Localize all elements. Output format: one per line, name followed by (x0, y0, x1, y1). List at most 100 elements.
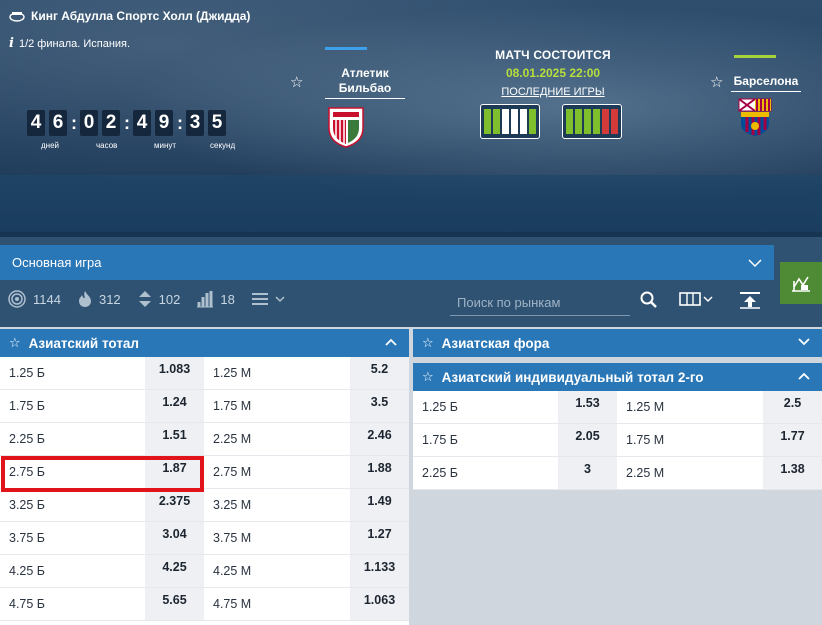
outcome-under-odd[interactable]: 1.38 (763, 457, 822, 489)
timer-digit: 3 (186, 110, 204, 136)
chevron-down-icon (275, 296, 285, 303)
outcome-over-odd[interactable]: 1.083 (145, 357, 204, 389)
outcome-under-label: 1.75 М (626, 433, 665, 447)
outcome-under-odd[interactable]: 2.5 (763, 391, 822, 423)
venue-name: Кинг Абдулла Спортс Холл (Джидда) (31, 9, 251, 23)
chevron-down-icon[interactable] (798, 335, 810, 349)
market-row: 1.75 Б 2.05 1.75 М 1.77 (413, 424, 822, 457)
outcome-under-odd[interactable]: 2.46 (350, 423, 409, 455)
outcome-under-label: 3.25 М (213, 498, 252, 512)
star-icon[interactable]: ☆ (422, 369, 434, 385)
team2-name[interactable]: Барселона (731, 74, 801, 92)
outcome-over-label: 1.25 Б (9, 366, 46, 380)
outcome-over-odd[interactable]: 4.25 (145, 555, 204, 587)
star-icon[interactable]: ☆ (9, 335, 21, 351)
chevron-up-icon[interactable] (798, 369, 810, 383)
outcome-over-label: 2.25 Б (422, 466, 459, 480)
individual-total-header[interactable]: ☆ Азиатский индивидуальный тотал 2-го (413, 363, 822, 391)
venue-info: Кинг Абдулла Спортс Холл (Джидда) (9, 9, 250, 23)
favorite-team1-star-icon[interactable]: ☆ (290, 73, 303, 91)
favorite-team2-star-icon[interactable]: ☆ (710, 73, 723, 91)
asian-handicap-header[interactable]: ☆ Азиатская фора (413, 329, 822, 357)
outcome-over-odd[interactable]: 1.87 (145, 456, 204, 488)
outcome-under-odd[interactable]: 1.49 (350, 489, 409, 521)
market-row: 1.75 Б 1.24 1.75 М 3.5 (0, 390, 409, 423)
market-row: 4.75 Б 5.65 4.75 М 1.063 (0, 588, 409, 621)
outcome-over-odd[interactable]: 1.51 (145, 423, 204, 455)
outcome-under-label: 1.25 М (626, 400, 665, 414)
market-row: 3.75 Б 3.04 3.75 М 1.27 (0, 522, 409, 555)
team1-block: Атлетик Бильбао (325, 47, 405, 99)
chevron-down-icon (748, 255, 762, 271)
form-bar-win (566, 109, 573, 134)
timer-label-seconds: секунд (210, 141, 236, 150)
game-type-select[interactable]: Основная игра (0, 245, 774, 280)
team1-name[interactable]: Атлетик Бильбао (325, 66, 405, 99)
outcome-over-odd[interactable]: 1.53 (558, 391, 617, 423)
outcome-under-label: 1.25 М (213, 366, 252, 380)
filter-all-count: 1144 (33, 291, 61, 307)
form-bar-win (493, 109, 500, 134)
outcome-under-odd[interactable]: 1.27 (350, 522, 409, 554)
outcome-under-odd[interactable]: 5.2 (350, 357, 409, 389)
market-row: 2.25 Б 3 2.25 М 1.38 (413, 457, 822, 490)
outcome-over-odd[interactable]: 5.65 (145, 588, 204, 620)
team2-form-widget[interactable] (562, 104, 622, 139)
form-bar-win (593, 109, 600, 134)
last-games-link[interactable]: ПОСЛЕДНИЕ ИГРЫ (470, 86, 636, 98)
team2-block: Барселона (731, 74, 801, 92)
search-icon[interactable] (640, 291, 658, 314)
add-to-coupon-button[interactable] (780, 262, 822, 304)
filter-menu[interactable] (251, 292, 285, 306)
outcome-under-odd[interactable]: 1.133 (350, 555, 409, 587)
market-row: 2.25 Б 1.51 2.25 М 2.46 (0, 423, 409, 456)
layout-columns-toggle[interactable] (679, 291, 713, 307)
right-markets: ☆ Азиатская фора ☆ Азиатский индивидуаль… (413, 329, 822, 490)
search-placeholder: Поиск по рынкам (457, 295, 561, 310)
flame-icon (78, 291, 91, 307)
timer-digit: 4 (27, 110, 45, 136)
athletic-bilbao-crest-icon (328, 107, 364, 148)
outcome-under-label: 4.75 М (213, 597, 252, 611)
outcome-over-label: 1.75 Б (9, 399, 46, 413)
timer-digit: 4 (133, 110, 151, 136)
outcome-over-odd[interactable]: 1.24 (145, 390, 204, 422)
timer-colon: : (124, 112, 130, 133)
star-icon[interactable]: ☆ (422, 335, 434, 351)
outcome-over-odd[interactable]: 2.375 (145, 489, 204, 521)
market-row: 1.25 Б 1.53 1.25 М 2.5 (413, 391, 822, 424)
chevron-up-icon[interactable] (385, 335, 397, 349)
outcome-under-odd[interactable]: 1.063 (350, 588, 409, 620)
outcome-over-odd[interactable]: 3.04 (145, 522, 204, 554)
team1-color-bar (325, 47, 367, 50)
form-bar-draw (511, 109, 518, 134)
bar-chart-icon (197, 291, 214, 308)
asian-total-header[interactable]: ☆ Азиатский тотал (0, 329, 409, 357)
outcome-over-label: 4.75 Б (9, 597, 46, 611)
market-row: 4.25 Б 4.25 4.25 М 1.133 (0, 555, 409, 588)
form-bar-loss (611, 109, 618, 134)
collapse-all-button[interactable] (739, 291, 761, 314)
filter-popular[interactable]: 312 (78, 290, 121, 308)
columns-icon (679, 292, 701, 306)
outcome-under-odd[interactable]: 1.77 (763, 424, 822, 456)
outcome-over-odd[interactable]: 3 (558, 457, 617, 489)
asian-handicap-title: Азиатская фора (441, 335, 550, 351)
outcome-under-label: 1.75 М (213, 399, 252, 413)
countdown-timer: 4 6 : 0 2 : 4 9 : 3 5 (27, 110, 230, 136)
outcome-over-label: 3.25 Б (9, 498, 46, 512)
outcome-over-odd[interactable]: 2.05 (558, 424, 617, 456)
game-type-label: Основная игра (12, 255, 102, 270)
outcome-under-odd[interactable]: 3.5 (350, 390, 409, 422)
filter-totals[interactable]: 102 (138, 290, 180, 308)
form-bar-win (529, 109, 536, 134)
outcome-under-odd[interactable]: 1.88 (350, 456, 409, 488)
filter-stats[interactable]: 18 (197, 290, 235, 308)
team1-form-widget[interactable] (480, 104, 540, 139)
market-search-input[interactable]: Поиск по рынкам (450, 290, 630, 316)
stage-label: 1/2 финала. Испания. (18, 37, 131, 50)
outcome-over-label: 1.25 Б (422, 400, 459, 414)
filter-all[interactable]: 1144 (8, 290, 61, 308)
timer-digit: 9 (155, 110, 173, 136)
stadium-icon (9, 12, 25, 22)
